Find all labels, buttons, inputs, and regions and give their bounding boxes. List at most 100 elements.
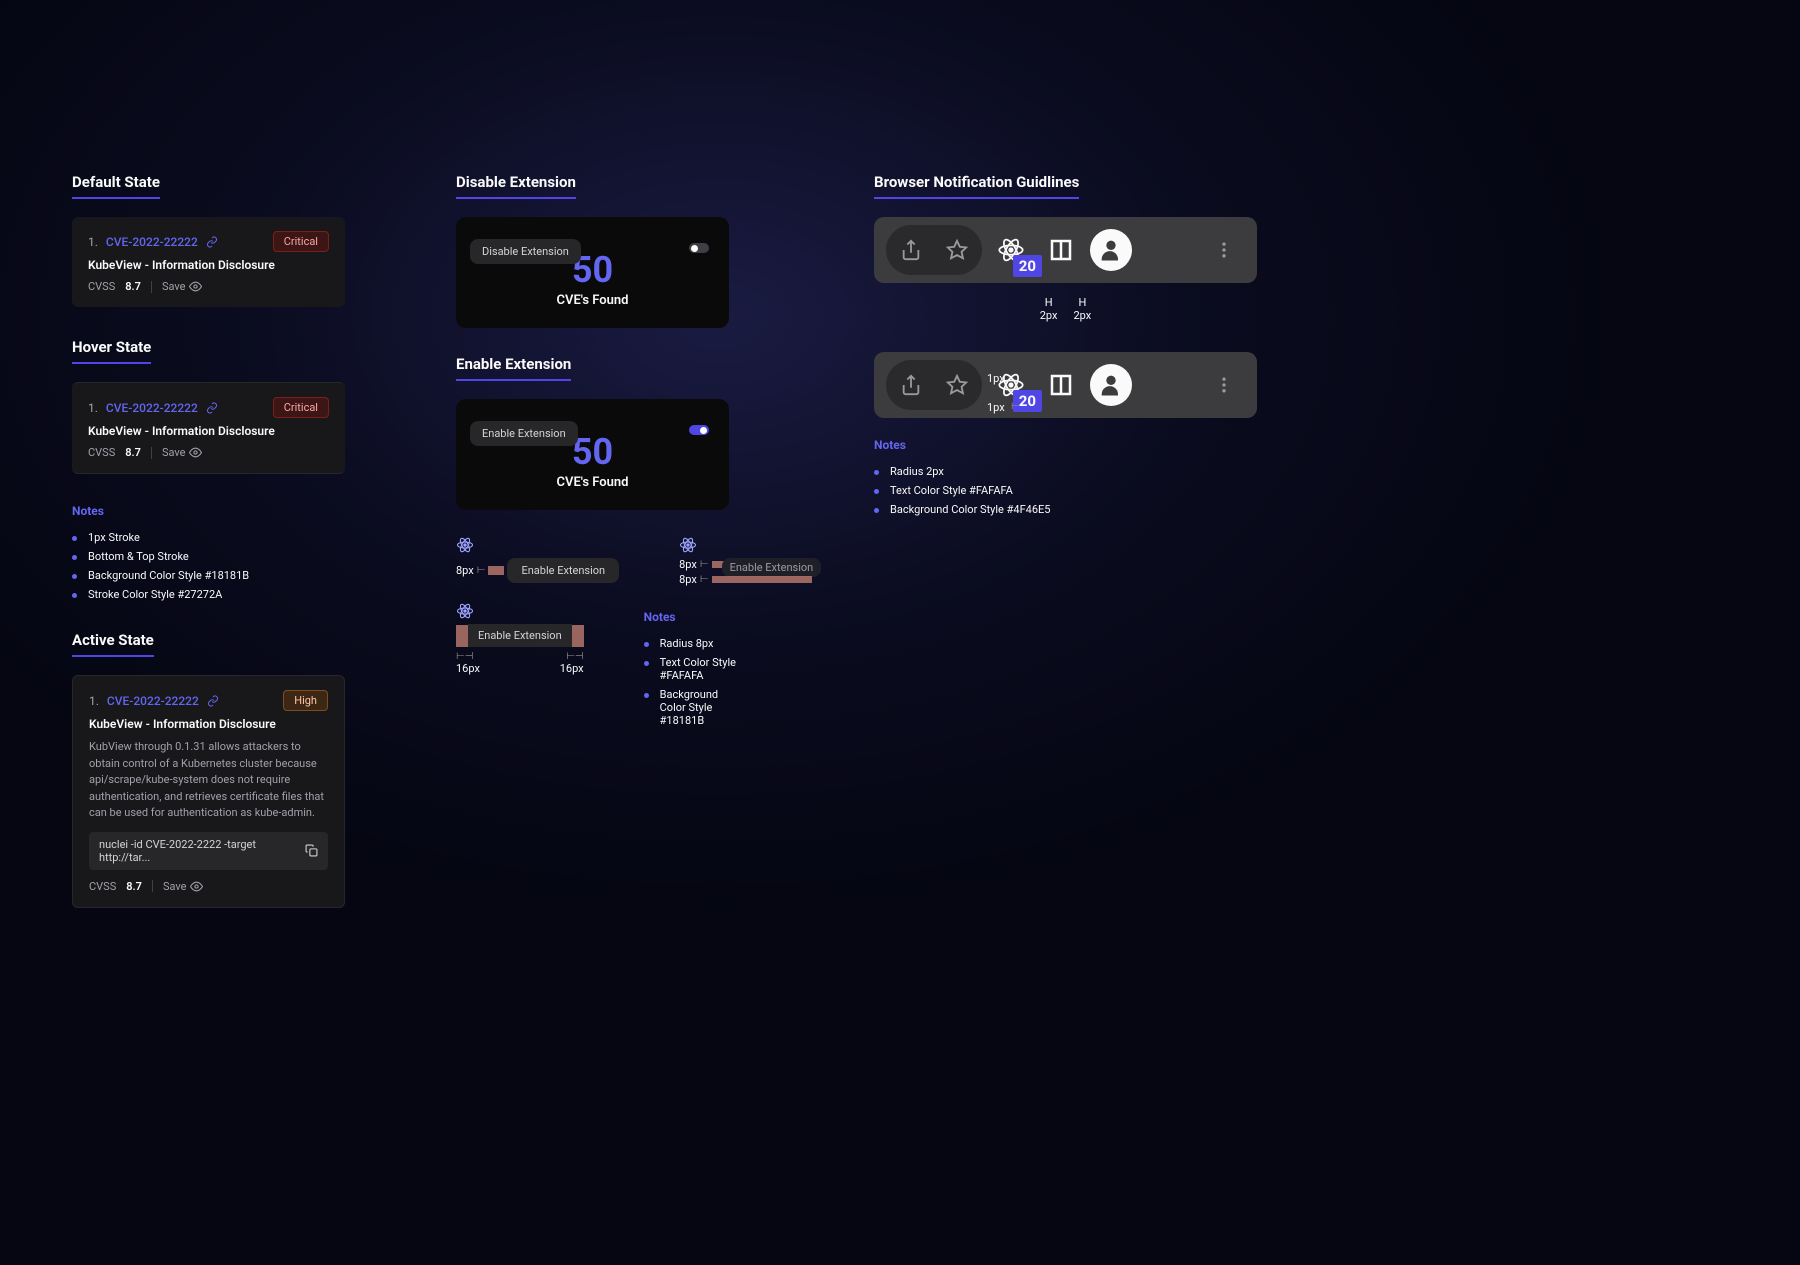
spec-8px-left: 8px ⊢ Enable Extension — [456, 536, 619, 586]
divider — [151, 447, 152, 459]
spacing-1px: 1px — [987, 401, 1005, 414]
section-hover-state: Hover State 1. CVE-2022-22222 Critical K… — [72, 337, 377, 604]
notes-heading: Notes — [874, 438, 1274, 452]
cve-index: 1. — [88, 401, 98, 415]
cvss-label: CVSS — [88, 280, 115, 293]
note-item: Background Color Style #4F46E5 — [874, 500, 1274, 519]
cve-id-link[interactable]: CVE-2022-22222 — [107, 694, 199, 708]
save-button[interactable]: Save — [163, 880, 204, 893]
save-button[interactable]: Save — [162, 446, 203, 459]
share-icon[interactable] — [890, 229, 932, 271]
heading-enable: Enable Extension — [456, 355, 571, 381]
spacing-label: 16px — [560, 662, 584, 675]
more-icon[interactable] — [1203, 364, 1245, 406]
note-item: Text Color Style #FAFAFA — [874, 481, 1274, 500]
eye-icon — [190, 880, 203, 893]
link-icon[interactable] — [206, 236, 218, 248]
h-label: H — [1074, 296, 1092, 309]
note-item: Radius 8px — [644, 634, 746, 653]
more-icon[interactable] — [1203, 229, 1245, 271]
cve-id-link[interactable]: CVE-2022-22222 — [106, 401, 198, 415]
notes-list: Radius 8px Text Color Style #FAFAFA Back… — [644, 634, 746, 730]
avatar-icon[interactable] — [1090, 364, 1132, 406]
eye-icon — [189, 446, 202, 459]
severity-badge: Critical — [273, 231, 329, 252]
h-label: H — [1040, 296, 1058, 309]
sidebar-icon[interactable] — [1040, 229, 1082, 271]
save-label: Save — [162, 280, 186, 293]
section-default-state: Default State 1. CVE-2022-22222 Critical… — [72, 172, 377, 307]
star-icon[interactable] — [936, 229, 978, 271]
extension-icon[interactable]: 20 — [990, 364, 1032, 406]
command-box: nuclei -id CVE-2022-2222 -target http://… — [89, 832, 328, 870]
share-icon[interactable] — [890, 364, 932, 406]
cvss-label: CVSS — [89, 880, 116, 893]
tooltip-enable: Enable Extension — [470, 421, 578, 446]
tooltip-spec: Enable Extension — [468, 624, 572, 647]
tooltip-spec: Enable Extension — [722, 558, 822, 577]
popup-disabled: Disable Extension 50 CVE's Found — [456, 217, 729, 328]
cvss-value: 8.7 — [125, 446, 141, 459]
toggle-switch[interactable] — [689, 425, 709, 435]
avatar-icon[interactable] — [1090, 229, 1132, 271]
browser-toolbar: 1px 20 1px ⊢ — [874, 352, 1257, 418]
popup-enabled: Enable Extension 50 CVE's Found — [456, 399, 729, 510]
spec-8px-stacked: 8px ⊢ Enable Extension 8px ⊢ — [679, 536, 811, 586]
cve-title: KubeView - Information Disclosure — [88, 424, 329, 438]
copy-icon[interactable] — [305, 844, 318, 857]
heading-disable: Disable Extension — [456, 173, 576, 199]
cve-index: 1. — [89, 694, 99, 708]
cve-card-hover[interactable]: 1. CVE-2022-22222 Critical KubeView - In… — [72, 382, 345, 474]
spacing-label: 8px — [456, 564, 474, 577]
eye-icon — [189, 280, 202, 293]
notes-heading: Notes — [72, 504, 377, 518]
note-item: Background Color Style #18181B — [644, 685, 746, 730]
heading-browser: Browser Notification Guidlines — [874, 173, 1079, 199]
divider — [151, 281, 152, 293]
atom-icon — [679, 536, 811, 554]
note-item: Stroke Color Style #27272A — [72, 585, 377, 604]
save-label: Save — [163, 880, 187, 893]
note-item: Bottom & Top Stroke — [72, 547, 377, 566]
notes-block: Notes Radius 8px Text Color Style #FAFAF… — [644, 602, 746, 730]
note-item: Text Color Style #FAFAFA — [644, 653, 746, 685]
cve-title: KubeView - Information Disclosure — [89, 717, 328, 731]
link-icon[interactable] — [207, 695, 219, 707]
heading-default: Default State — [72, 173, 160, 199]
sidebar-icon[interactable] — [1040, 364, 1082, 406]
cve-title: KubeView - Information Disclosure — [88, 258, 329, 272]
spacing-2px: 2px — [1040, 309, 1058, 322]
spacing-label: 8px — [679, 558, 697, 571]
severity-badge: High — [283, 690, 328, 711]
tooltip-disable: Disable Extension — [470, 239, 581, 264]
cve-found-label: CVE's Found — [476, 475, 709, 490]
notes-heading: Notes — [644, 610, 746, 624]
cve-card-active[interactable]: 1. CVE-2022-22222 High KubeView - Inform… — [72, 675, 345, 908]
spacing-2px: 2px — [1074, 309, 1092, 322]
note-item: 1px Stroke — [72, 528, 377, 547]
cve-card-default: 1. CVE-2022-22222 Critical KubeView - In… — [72, 217, 345, 307]
link-icon[interactable] — [206, 402, 218, 414]
heading-hover: Hover State — [72, 338, 151, 364]
browser-toolbar: 20 — [874, 217, 1257, 283]
cve-index: 1. — [88, 235, 98, 249]
divider — [152, 880, 153, 892]
toggle-switch[interactable] — [689, 243, 709, 253]
spacing-label: 8px — [679, 573, 697, 586]
star-icon[interactable] — [936, 364, 978, 406]
cve-found-label: CVE's Found — [476, 293, 709, 308]
save-button[interactable]: Save — [162, 280, 203, 293]
notes-list: 1px Stroke Bottom & Top Stroke Backgroun… — [72, 528, 377, 604]
tooltip-spec: Enable Extension — [507, 558, 619, 583]
cve-id-link[interactable]: CVE-2022-22222 — [106, 235, 198, 249]
note-item: Radius 2px — [874, 462, 1274, 481]
atom-icon — [456, 536, 619, 554]
command-text: nuclei -id CVE-2022-2222 -target http://… — [99, 838, 305, 864]
spec-16px: Enable Extension ⊢⊣ ⊢⊣ 16px 16px — [456, 602, 584, 675]
extension-icon[interactable]: 20 — [990, 229, 1032, 271]
heading-active: Active State — [72, 631, 154, 657]
spacing-label: 16px — [456, 662, 480, 675]
cvss-value: 8.7 — [125, 280, 141, 293]
notification-badge: 20 — [1013, 255, 1042, 277]
section-active-state: Active State 1. CVE-2022-22222 High Kube… — [72, 630, 377, 908]
